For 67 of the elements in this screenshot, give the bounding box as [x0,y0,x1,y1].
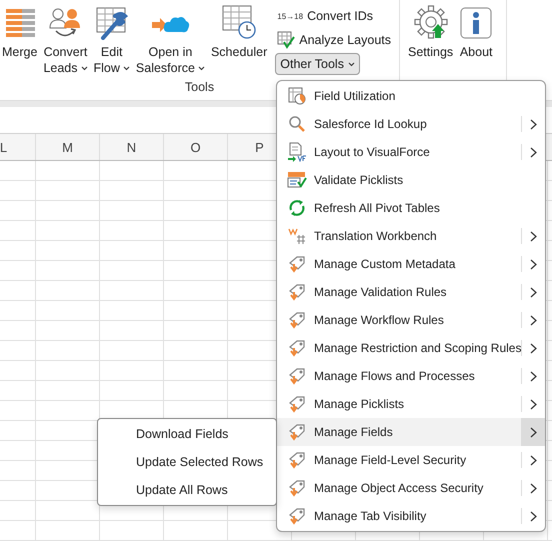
menu-item[interactable]: Update All Rows [98,476,276,504]
chevron-right-icon [530,146,537,158]
chevron-right-icon [530,342,538,354]
ribbon-button[interactable]: About [457,0,496,60]
tag-icon [288,367,306,385]
group-label: Tools [184,80,214,96]
menu-item[interactable]: Manage Object Access Security [277,474,545,502]
menu-item[interactable]: Manage Picklists [277,390,545,418]
chevron-right-icon [530,398,537,410]
ribbon-button[interactable]: Scheduler [208,0,270,60]
grid-icon [288,227,306,245]
menu-item[interactable]: Download Fields [98,420,276,448]
tag-icon [288,255,306,273]
column-header[interactable]: M [36,134,100,160]
column-header[interactable]: O [164,134,228,160]
menu-item[interactable]: Manage Fields [277,418,545,446]
menu-item[interactable]: Translation Workbench [277,222,545,250]
ribbon-button[interactable]: Edit Flow [92,0,132,76]
search-icon [288,115,306,133]
tag-icon [288,311,306,329]
menu-item[interactable]: Manage Tab Visibility [277,502,545,530]
gear-icon [412,4,449,40]
ribbon-button[interactable]: Merge [0,0,40,60]
tag-icon [288,283,306,301]
tag-icon [288,451,306,469]
column-header[interactable]: N [100,134,164,160]
menu-item[interactable]: Refresh All Pivot Tables [277,194,545,222]
chevron-right-icon [530,370,537,382]
info-icon [459,6,494,40]
ribbon-button[interactable]: Open in Salesforce [134,0,207,76]
chevron-right-icon [530,426,536,438]
chevron-right-icon [530,510,537,522]
document-arrow-icon [287,142,307,162]
menu-item[interactable]: Validate Picklists [277,166,545,194]
chart-table-icon [287,86,307,106]
menu-item[interactable]: Field Utilization [277,82,545,110]
table-wrench-icon [94,6,129,40]
menu-item[interactable]: Manage Validation Rules [277,278,545,306]
calendar-clock-icon [221,4,258,40]
chevron-right-icon [530,230,537,242]
tag-icon [288,423,306,441]
tag-icon [288,395,306,413]
chevron-right-icon [530,286,537,298]
tag-icon [288,339,306,357]
caret-icon [348,62,355,66]
menu-item[interactable]: Manage Restriction and Scoping Rules [277,334,545,362]
chevron-right-icon [530,118,537,130]
table-check-icon [277,31,296,49]
refresh-icon [288,199,306,217]
ribbon-button[interactable]: 15→18 Convert IDs [275,5,376,27]
menu-item[interactable]: Manage Field-Level Security [277,446,545,474]
list-check-icon [287,171,307,189]
menu-item[interactable]: Manage Workflow Rules [277,306,545,334]
menu-item[interactable]: Manage Custom Metadata [277,250,545,278]
ribbon-button[interactable]: Settings [406,0,456,60]
column-header[interactable]: L [0,134,36,160]
chevron-right-icon [530,258,537,270]
other-tools-dropdown[interactable]: Other Tools [275,53,360,75]
menu-item[interactable]: Update Selected Rows [98,448,276,476]
tag-icon [288,507,306,525]
ribbon-button[interactable]: Analyze Layouts [275,29,393,51]
menu-item[interactable]: Manage Flows and Processes [277,362,545,390]
chevron-right-icon [530,454,537,466]
tag-icon [288,479,306,497]
ribbon-button[interactable]: Convert Leads [41,0,90,76]
chevron-right-icon [530,482,537,494]
chevron-right-icon [530,314,537,326]
